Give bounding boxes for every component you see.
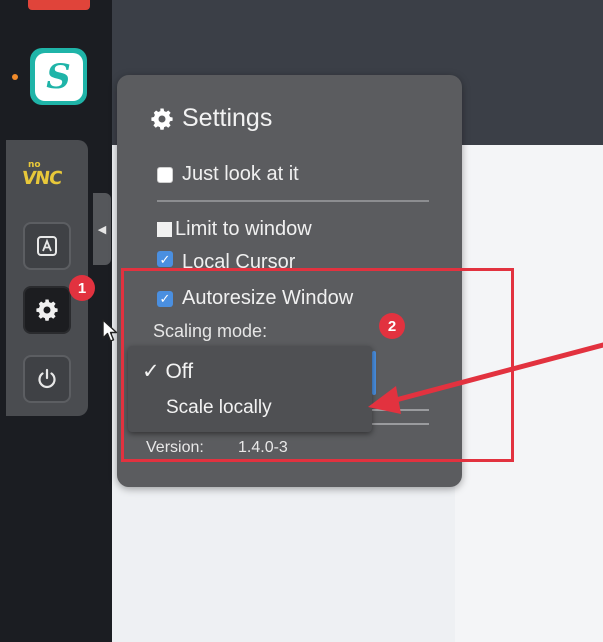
clip-label: Limit to window bbox=[175, 218, 312, 240]
surfshark-app-icon[interactable]: S bbox=[30, 48, 87, 105]
settings-divider bbox=[157, 200, 429, 202]
mouse-cursor-icon bbox=[102, 319, 118, 342]
power-icon bbox=[38, 368, 56, 389]
clip-to-window-option[interactable]: Limit to window bbox=[157, 218, 312, 241]
settings-heading: Settings bbox=[150, 104, 272, 133]
annotation-badge-2: 2 bbox=[379, 313, 405, 339]
novnc-logo-vnc: VNC bbox=[20, 168, 63, 189]
surfshark-icon: S bbox=[34, 52, 83, 101]
control-bar-handle[interactable]: ◀ bbox=[93, 193, 111, 265]
running-indicator-dot bbox=[12, 74, 18, 80]
clip-checkbox[interactable] bbox=[157, 222, 172, 237]
power-button[interactable] bbox=[23, 355, 71, 403]
dock-app-red[interactable] bbox=[28, 0, 90, 10]
keyboard-button[interactable] bbox=[23, 222, 71, 270]
keyboard-icon bbox=[37, 236, 57, 256]
local-cursor-checkbox[interactable]: ✓ bbox=[157, 251, 173, 267]
novnc-logo: no VNC bbox=[20, 160, 78, 190]
gear-icon bbox=[36, 299, 58, 321]
gear-icon bbox=[151, 108, 173, 130]
view-only-checkbox[interactable] bbox=[157, 166, 173, 183]
settings-title: Settings bbox=[182, 104, 273, 132]
settings-button[interactable] bbox=[23, 286, 71, 334]
annotation-badge-1: 1 bbox=[69, 275, 95, 301]
view-only-label: Just look at it bbox=[182, 163, 299, 185]
view-only-option[interactable]: Just look at it bbox=[157, 163, 299, 186]
collapse-arrow-icon: ◀ bbox=[97, 223, 107, 236]
annotation-highlight-box bbox=[121, 268, 514, 462]
